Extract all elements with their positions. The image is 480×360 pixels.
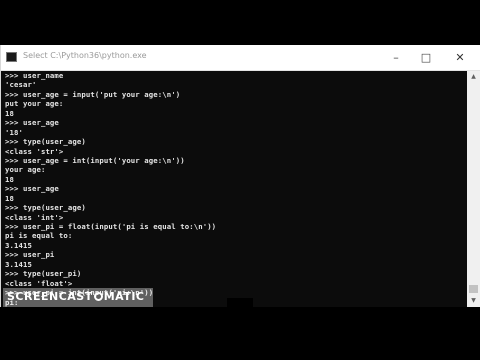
console-line: 3.1415 (5, 259, 32, 269)
title-bar[interactable]: Select C:\Python36\python.exe – □ ✕ (1, 45, 480, 71)
console-line: 18 (5, 193, 14, 203)
screencast-watermark: SCREENCAST MATIC (3, 288, 153, 307)
console-line: >>> user_age (5, 184, 59, 194)
console-line: <class 'float'> (5, 278, 73, 288)
console-line: 'cesar' (5, 80, 37, 90)
console-line: >>> type(user_age) (5, 137, 86, 147)
redaction-box (227, 298, 253, 307)
console-line: <class 'str'> (5, 146, 64, 156)
window-title: Select C:\Python36\python.exe (23, 51, 147, 60)
console-line: '18' (5, 127, 23, 137)
close-button[interactable]: ✕ (445, 45, 475, 70)
console-line: >>> user_pi = float(input('pi is equal t… (5, 222, 217, 231)
watermark-o-icon (93, 292, 103, 301)
console-line: 18 (5, 174, 14, 184)
watermark-logo: SCREENCAST MATIC (7, 290, 145, 303)
watermark-text-a: SCREENCAST (7, 290, 93, 303)
console-line: your age: (5, 165, 46, 175)
console-line: >>> user_age = input('put your age:\n') (5, 89, 181, 99)
scroll-thumb[interactable] (469, 285, 478, 293)
console-line: >>> user_age (5, 118, 59, 128)
scroll-up-icon[interactable]: ▲ (467, 71, 480, 83)
console-app-icon (6, 52, 17, 62)
console-window: Select C:\Python36\python.exe – □ ✕ >>> … (0, 45, 480, 307)
console-line: >>> user_pi (5, 250, 55, 260)
video-frame: Select C:\Python36\python.exe – □ ✕ >>> … (0, 0, 480, 360)
console-line: pi is equal to: (5, 231, 73, 241)
vertical-scrollbar[interactable]: ▲ ▼ (467, 71, 480, 307)
console-line: 3.1415 (5, 240, 32, 250)
console-line: >>> type(user_age) (5, 203, 86, 213)
console-line: >>> user_name (5, 71, 64, 80)
console-output[interactable]: >>> user_name'cesar' >>> user_age = input… (5, 71, 467, 307)
maximize-button[interactable]: □ (411, 45, 441, 70)
scroll-down-icon[interactable]: ▼ (467, 295, 480, 307)
watermark-text-b: MATIC (103, 290, 145, 303)
console-line: <class 'int'> (5, 212, 64, 222)
minimize-button[interactable]: – (381, 45, 411, 70)
console-line: >>> type(user_pi) (5, 269, 82, 279)
console-line: 18 (5, 108, 14, 118)
console-line: put your age: (5, 99, 64, 109)
console-line: >>> user_age = int(input('your age:\n')) (5, 155, 185, 165)
